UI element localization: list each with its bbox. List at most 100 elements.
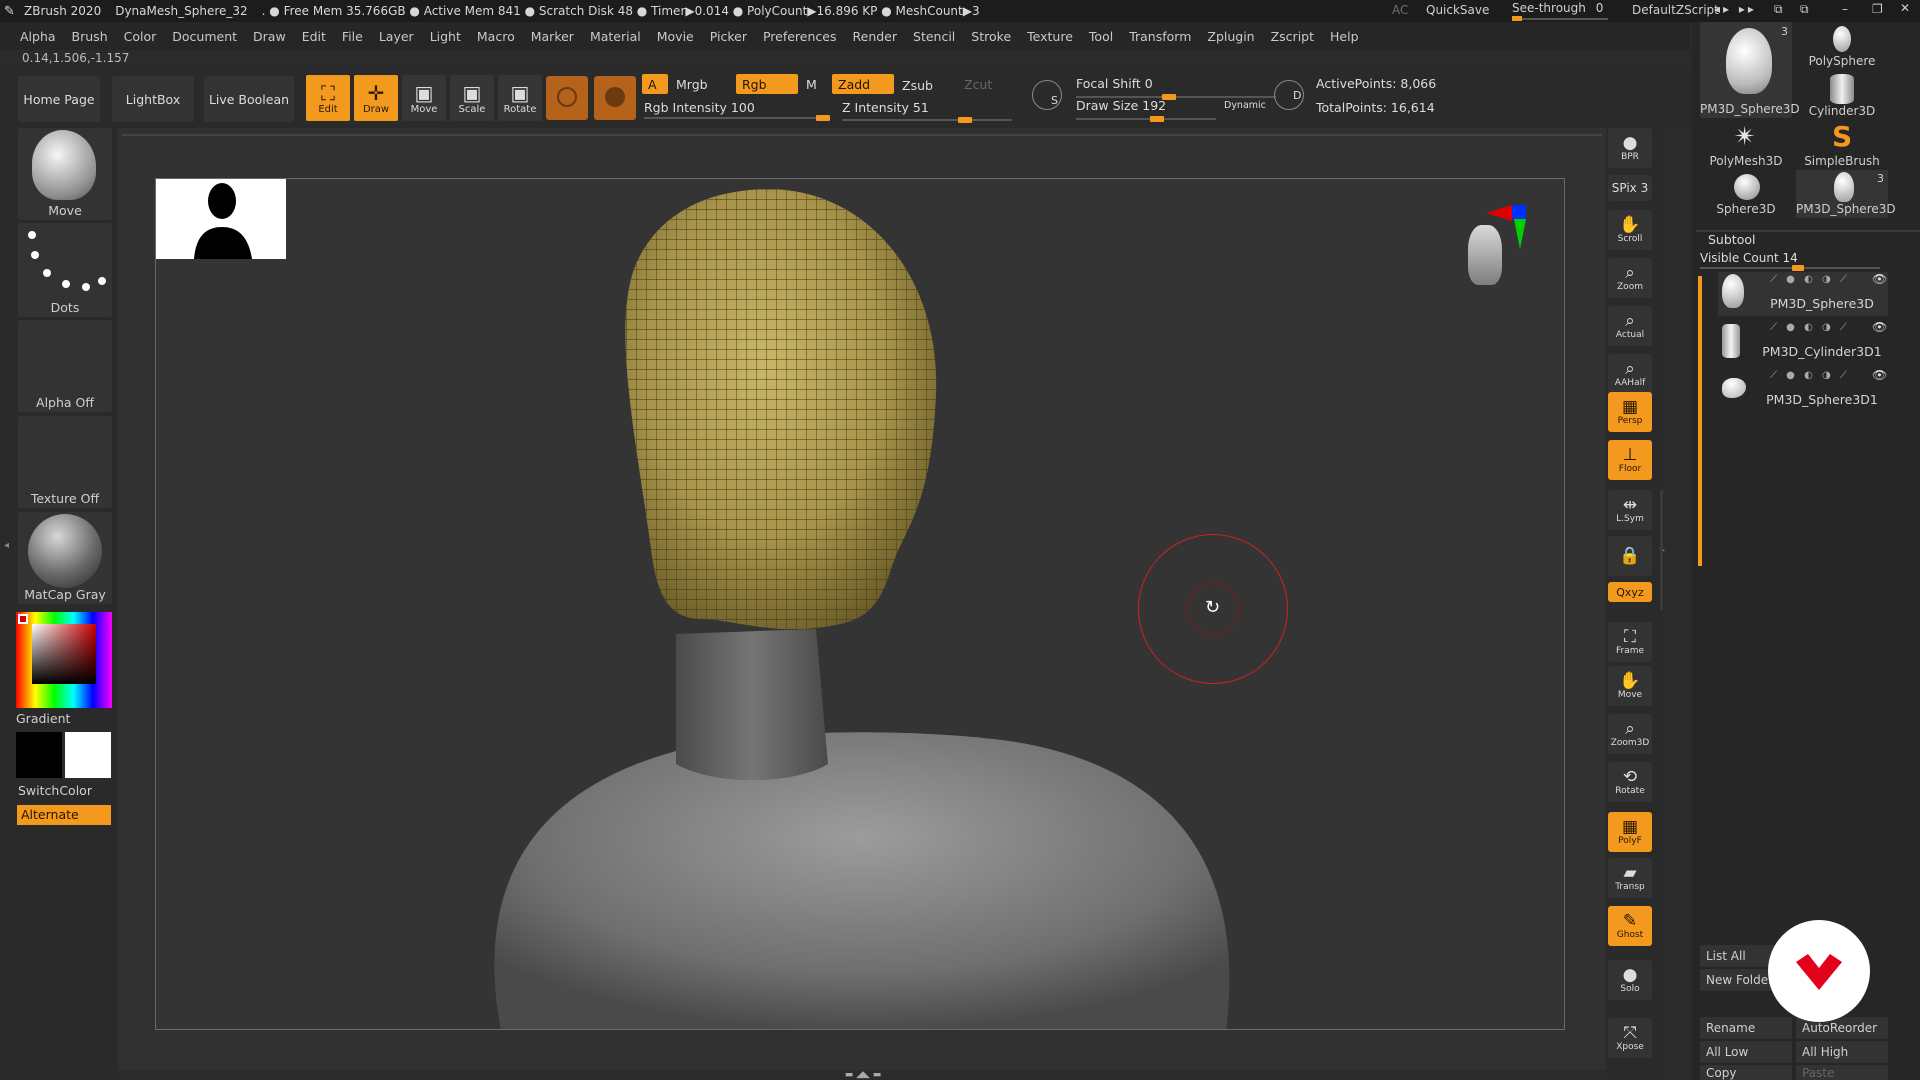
menu-zscript[interactable]: Zscript xyxy=(1271,29,1314,44)
subtool-item-1[interactable]: ⟋ ● ◐ ◑ ⟋ 👁 PM3D_Sphere3D xyxy=(1718,272,1888,316)
primary-color-swatch[interactable] xyxy=(65,732,111,778)
move-tool-button[interactable]: ▣ Move xyxy=(402,75,446,121)
subtool-item-3[interactable]: ⟋ ● ◐ ◑ ⟋ 👁 PM3D_Sphere3D1 xyxy=(1718,368,1888,412)
menu-picker[interactable]: Picker xyxy=(710,29,747,44)
restore-icon[interactable]: ❐ xyxy=(1872,2,1883,16)
menu-transform[interactable]: Transform xyxy=(1129,29,1191,44)
menu-edit[interactable]: Edit xyxy=(302,29,326,44)
shelf-persp-button[interactable]: ▦ Persp xyxy=(1608,392,1652,432)
shelf-zoom-button[interactable]: ⌕ Zoom xyxy=(1608,258,1652,298)
main-color-swatch[interactable] xyxy=(18,614,28,624)
close-icon[interactable]: ✕ xyxy=(1900,1,1910,15)
subtool-toggles-icon[interactable]: ⟋ ● ◐ ◑ ⟋ xyxy=(1770,370,1850,381)
visible-count-slider[interactable]: Visible Count 14 xyxy=(1700,251,1880,271)
tool-polysphere[interactable]: PolySphere xyxy=(1796,22,1888,70)
current-tool-thumb[interactable]: 3 PM3D_Sphere3D xyxy=(1700,22,1800,118)
menu-draw[interactable]: Draw xyxy=(253,29,286,44)
zsub-button[interactable]: Zsub xyxy=(896,75,939,95)
a-button[interactable]: A xyxy=(642,74,668,94)
zadd-button[interactable]: Zadd xyxy=(832,74,894,94)
secondary-color-swatch[interactable] xyxy=(16,732,62,778)
alpha-slot[interactable]: Alpha Off xyxy=(18,320,112,412)
subtool-title[interactable]: Subtool xyxy=(1708,232,1755,247)
shelf-scroll-button[interactable]: ✋ Scroll xyxy=(1608,210,1652,250)
layout-icons[interactable]: ◂▸ ▸▸ xyxy=(1714,2,1757,16)
switchcolor-button[interactable]: SwitchColor xyxy=(18,783,92,798)
home-page-button[interactable]: Home Page xyxy=(18,76,100,122)
shelf-lsym-button[interactable]: ⇹ L.Sym xyxy=(1608,490,1652,530)
alternate-button[interactable]: Alternate xyxy=(17,805,111,825)
edit-tool-button[interactable]: ⛶ Edit xyxy=(306,75,350,121)
paste-button[interactable]: Paste xyxy=(1796,1065,1888,1080)
dynamic-label[interactable]: Dynamic xyxy=(1224,100,1266,111)
lightbox-button[interactable]: LightBox xyxy=(112,76,194,122)
tool-cylinder3d[interactable]: Cylinder3D xyxy=(1796,72,1888,120)
copy-button[interactable]: Copy xyxy=(1700,1065,1792,1080)
menu-brush[interactable]: Brush xyxy=(72,29,108,44)
color-picker[interactable] xyxy=(16,612,112,708)
menu-material[interactable]: Material xyxy=(590,29,641,44)
window-icon[interactable]: ⧉ xyxy=(1774,2,1783,17)
shelf-aahalf-button[interactable]: ⌕ AAHalf xyxy=(1608,354,1652,394)
shelf-rotate-button[interactable]: ⟲ Rotate xyxy=(1608,762,1652,802)
shelf-ghost-button[interactable]: ✎ Ghost xyxy=(1608,906,1652,946)
minimize-icon[interactable]: – xyxy=(1842,2,1848,16)
document-canvas[interactable]: ↻ xyxy=(155,178,1565,1030)
visibility-eye-icon[interactable]: 👁 xyxy=(1872,368,1887,382)
menu-document[interactable]: Document xyxy=(172,29,237,44)
quicksave-button[interactable]: QuickSave xyxy=(1426,3,1489,17)
menu-texture[interactable]: Texture xyxy=(1027,29,1073,44)
shelf-bpr-button[interactable]: ● BPR xyxy=(1608,128,1652,168)
zcut-button[interactable]: Zcut xyxy=(958,74,998,94)
color-square[interactable] xyxy=(32,624,96,684)
menu-zplugin[interactable]: Zplugin xyxy=(1207,29,1254,44)
menu-movie[interactable]: Movie xyxy=(657,29,694,44)
menu-preferences[interactable]: Preferences xyxy=(763,29,837,44)
shelf-polyf-button[interactable]: ▦ PolyF xyxy=(1608,812,1652,852)
navigation-head-gizmo[interactable] xyxy=(1468,205,1532,295)
menu-file[interactable]: File xyxy=(342,29,363,44)
brush-slot[interactable]: Move xyxy=(18,128,112,220)
texture-slot[interactable]: Texture Off xyxy=(18,416,112,508)
material-slot[interactable]: MatCap Gray xyxy=(18,512,112,604)
tool-polymesh3d[interactable]: ✴ PolyMesh3D xyxy=(1700,122,1792,170)
subtool-item-2[interactable]: ⟋ ● ◐ ◑ ⟋ 👁 PM3D_Cylinder3D1 xyxy=(1718,320,1888,364)
menu-tool[interactable]: Tool xyxy=(1089,29,1113,44)
palette-icon[interactable]: ⧉ xyxy=(1800,2,1809,17)
live-boolean-button[interactable]: Live Boolean xyxy=(204,76,294,122)
menu-stroke[interactable]: Stroke xyxy=(971,29,1011,44)
subtool-toggles-icon[interactable]: ⟋ ● ◐ ◑ ⟋ xyxy=(1770,274,1850,285)
visibility-eye-icon[interactable]: 👁 xyxy=(1872,320,1887,334)
shelf-solo-button[interactable]: ● Solo xyxy=(1608,960,1652,1000)
shelf-actual-button[interactable]: ⌕ Actual xyxy=(1608,306,1652,346)
subtool-toggles-icon[interactable]: ⟋ ● ◐ ◑ ⟋ xyxy=(1770,322,1850,333)
shelf-frame-button[interactable]: ⛶ Frame xyxy=(1608,622,1652,662)
shelf-zoom3d-button[interactable]: ⌕ Zoom3D xyxy=(1608,714,1652,754)
sculptris-pro-button[interactable] xyxy=(546,76,588,120)
shelf-lock-button[interactable]: 🔒 xyxy=(1608,536,1652,576)
seethrough-slider[interactable]: See-through 0 xyxy=(1512,1,1608,21)
menu-macro[interactable]: Macro xyxy=(477,29,515,44)
subtool-scrollbar[interactable] xyxy=(1698,276,1702,566)
menu-render[interactable]: Render xyxy=(853,29,898,44)
lazy-mouse-s-button[interactable]: S xyxy=(1032,80,1062,110)
z-intensity-slider[interactable]: Z Intensity 51 xyxy=(842,100,1012,123)
focal-shift-slider[interactable]: Focal Shift 0 xyxy=(1076,74,1276,100)
rgb-button[interactable]: Rgb xyxy=(736,74,798,94)
draw-size-slider[interactable]: Draw Size 192 Dynamic xyxy=(1076,96,1286,122)
shelf-xpose-button[interactable]: ⤧ Xpose xyxy=(1608,1018,1652,1058)
collapse-bottom-icon[interactable]: ▬ ◢◣ ▬ xyxy=(798,1070,928,1080)
menu-stencil[interactable]: Stencil xyxy=(913,29,955,44)
shelf-spix-button[interactable]: ▬SPix 3 xyxy=(1608,175,1652,201)
reference-thumbnail[interactable] xyxy=(156,179,286,259)
all-high-button[interactable]: All High xyxy=(1796,1041,1888,1063)
gizmo-button[interactable] xyxy=(594,76,636,120)
stroke-slot[interactable]: Dots xyxy=(18,223,112,317)
shelf-move-button[interactable]: ✋ Move xyxy=(1608,666,1652,706)
visibility-eye-icon[interactable]: 👁 xyxy=(1872,272,1887,286)
menu-color[interactable]: Color xyxy=(124,29,157,44)
menu-layer[interactable]: Layer xyxy=(379,29,414,44)
m-button[interactable]: M xyxy=(800,74,823,94)
shelf-transp-button[interactable]: ▰ Transp xyxy=(1608,858,1652,898)
scale-tool-button[interactable]: ▣ Scale xyxy=(450,75,494,121)
